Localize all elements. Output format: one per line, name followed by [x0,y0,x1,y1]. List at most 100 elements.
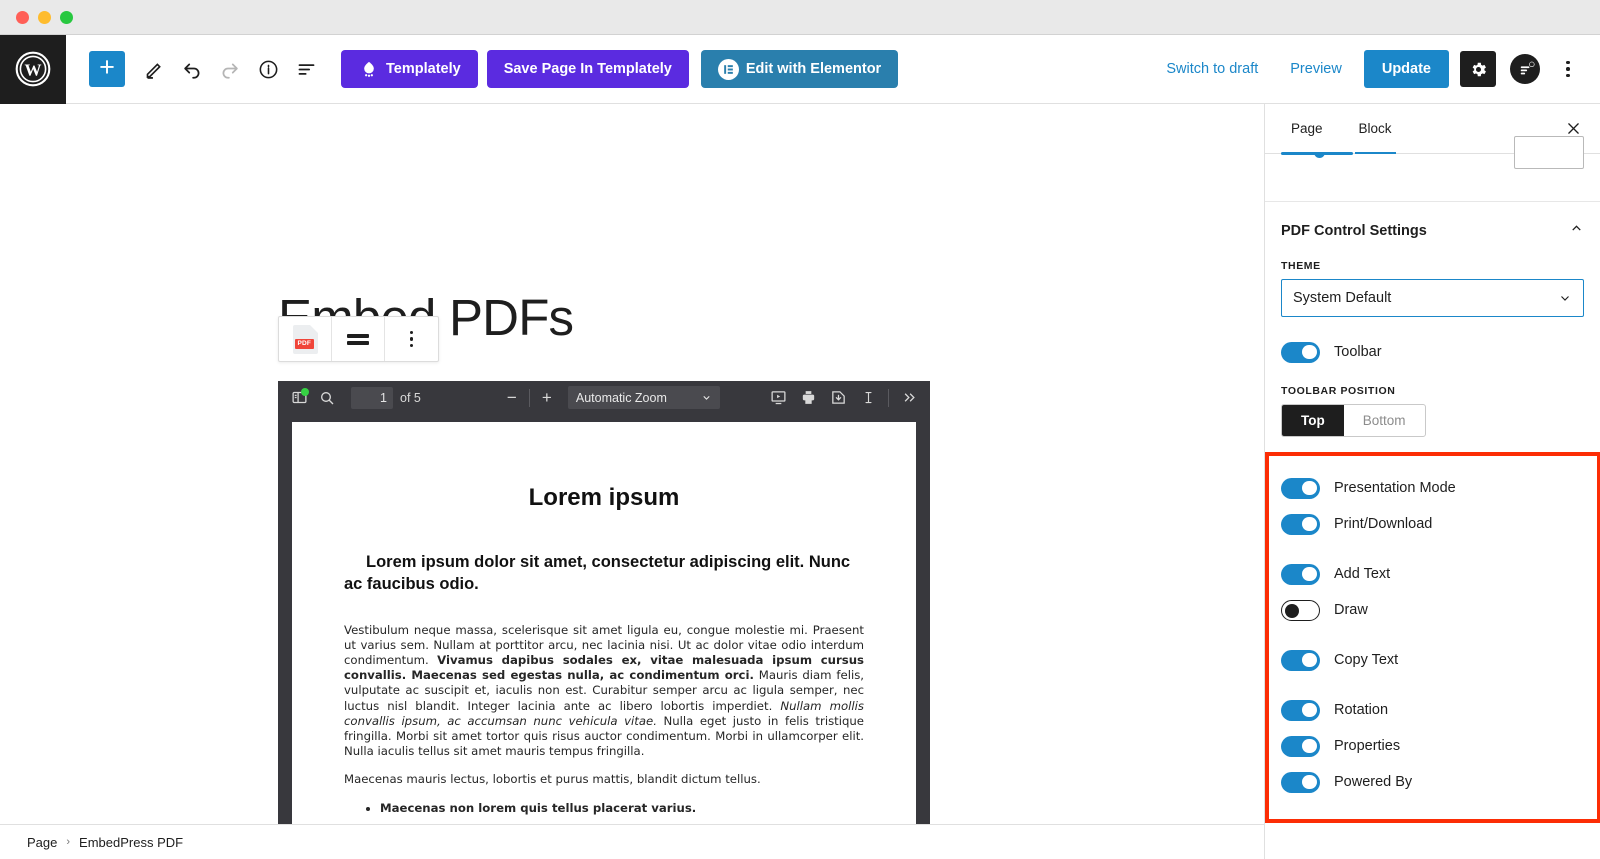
properties-toggle[interactable] [1281,735,1320,757]
pdf-page-viewport[interactable]: Lorem ipsum Lorem ipsum dolor sit amet, … [278,414,930,859]
update-button[interactable]: Update [1363,50,1449,88]
info-icon[interactable] [249,50,287,88]
block-options-icon[interactable] [385,317,438,361]
gear-icon[interactable] [1460,51,1496,87]
download-icon[interactable] [824,385,852,411]
chevron-down-icon [703,395,710,400]
add-block-button[interactable] [89,51,125,87]
pdf-toolbar-divider [528,388,530,407]
window-titlebar [0,0,1600,35]
elementor-icon [717,58,739,80]
print-download-toggle[interactable] [1281,513,1320,535]
pdf-bullet-1: Maecenas non lorem quis tellus placerat … [380,801,864,815]
vertical-dots-icon[interactable] [1550,50,1586,88]
align-icon[interactable] [332,317,385,361]
tab-block[interactable]: Block [1341,104,1410,154]
toolbar-toggle[interactable] [1281,341,1320,363]
rotation-toggle[interactable] [1281,699,1320,721]
powered-by-label: Powered By [1334,774,1413,790]
pdf-page-number-input[interactable]: 1 [351,386,393,409]
powered-by-toggle[interactable] [1281,771,1320,793]
editor-canvas: Embed PDFs PDF [0,104,1264,859]
toggle-row-powered-by: Powered By [1281,764,1581,800]
toolbar-position-label: TOOLBAR POSITION [1281,385,1396,397]
templately-button[interactable]: Templately [341,50,478,88]
window-minimize-button[interactable] [38,10,51,24]
pdf-page-count: of 5 [400,390,421,405]
breadcrumb-parent[interactable]: Page [27,835,57,850]
add-text-toggle[interactable] [1281,563,1320,585]
toggle-row-rotation: Rotation [1281,692,1581,728]
toolbar-toggle-label: Toolbar [1334,344,1382,360]
redo-icon[interactable] [211,50,249,88]
chevron-up-icon[interactable] [1569,221,1584,241]
pdf-paragraph-2: Maecenas mauris lectus, lobortis et puru… [344,772,761,787]
toggle-row-presentation-mode: Presentation Mode [1281,470,1581,506]
elementor-label: Edit with Elementor [745,61,882,77]
window-zoom-button[interactable] [60,10,73,24]
pdf-control-settings-header[interactable]: PDF Control Settings [1281,202,1584,260]
partial-settings-panel-above [1265,136,1600,202]
print-icon[interactable] [794,385,822,411]
sidebar-toggle-icon[interactable] [285,385,313,411]
pdf-control-toggle-list: Presentation Mode Print/Download Add Tex… [1281,470,1581,800]
breadcrumb-current[interactable]: EmbedPress PDF [79,835,183,850]
pdf-zoom-in-button[interactable]: + [534,385,560,411]
save-page-in-templately-button[interactable]: Save Page In Templately [486,50,689,88]
undo-icon[interactable] [173,50,211,88]
tab-page[interactable]: Page [1273,104,1341,153]
pdf-zoom-select[interactable]: Automatic Zoom [567,386,720,409]
wordpress-logo-icon[interactable]: W [0,34,66,104]
rotation-label: Rotation [1334,702,1389,718]
partial-slider-knob[interactable] [1314,152,1325,158]
templately-label: Templately [386,61,461,77]
templately-icon [358,59,379,80]
toolbar-position-segmented-control: Top Bottom [1281,404,1426,437]
editor-body: Embed PDFs PDF [0,104,1600,859]
draw-label: Draw [1334,602,1368,618]
toolbar-right-tools: Switch to draft Preview Update [1150,50,1600,88]
switch-to-draft-button[interactable]: Switch to draft [1150,50,1274,88]
text-cursor-icon[interactable] [854,385,882,411]
pdf-page: Lorem ipsum Lorem ipsum dolor sit amet, … [292,422,916,859]
pdf-zoom-out-button[interactable]: − [499,385,525,411]
print-download-label: Print/Download [1334,516,1433,532]
presentation-mode-icon[interactable] [764,385,792,411]
svg-text:W: W [25,61,42,80]
chevron-down-icon [1561,296,1569,301]
breadcrumb-separator-icon: › [66,836,71,848]
copy-text-toggle[interactable] [1281,649,1320,671]
sidebar-toggle-status-dot [301,387,309,396]
editor-top-toolbar: W Templately Save Page In Templately [0,34,1600,104]
properties-label: Properties [1334,738,1401,754]
embedpress-avatar-icon[interactable] [1510,54,1540,84]
pdf-viewer-toolbar: 1 of 5 − + Automatic Zoom [278,381,930,414]
preview-button[interactable]: Preview [1274,50,1358,88]
theme-select[interactable]: System Default [1281,279,1584,317]
draw-toggle[interactable] [1281,599,1320,621]
toolbar-position-bottom[interactable]: Bottom [1344,405,1425,436]
toggle-row-copy-text: Copy Text [1281,642,1581,678]
toggle-row-properties: Properties [1281,728,1581,764]
presentation-mode-toggle[interactable] [1281,477,1320,499]
pdf-document-lead: Lorem ipsum dolor sit amet, consectetur … [344,553,851,593]
toolbar-toggle-row: Toolbar [1281,334,1584,370]
more-tools-icon[interactable] [895,385,923,411]
pdf-embed-block: 1 of 5 − + Automatic Zoom Lorem ipsum Lo… [278,381,930,859]
list-view-icon[interactable] [287,50,325,88]
edit-pencil-icon[interactable] [135,50,173,88]
breadcrumb: Page › EmbedPress PDF [0,824,1264,859]
pdf-control-settings-panel: PDF Control Settings THEME System Defaul… [1265,202,1600,437]
toolbar-position-top[interactable]: Top [1282,405,1344,436]
settings-sidebar: Page Block PDF Control Settings THEME Sy… [1264,104,1600,859]
pdf-block-icon[interactable]: PDF [279,317,332,361]
window-close-button[interactable] [16,10,29,24]
edit-with-elementor-button[interactable]: Edit with Elementor [700,50,899,88]
toolbar-position-group: TOOLBAR POSITION Top Bottom [1281,385,1584,437]
search-icon[interactable] [313,385,341,411]
pdf-zoom-value: Automatic Zoom [575,390,667,405]
theme-select-value: System Default [1293,290,1392,306]
pdf-document-title: Lorem ipsum [528,484,680,511]
toggle-row-print-download: Print/Download [1281,506,1581,542]
partial-number-input[interactable] [1514,136,1584,169]
